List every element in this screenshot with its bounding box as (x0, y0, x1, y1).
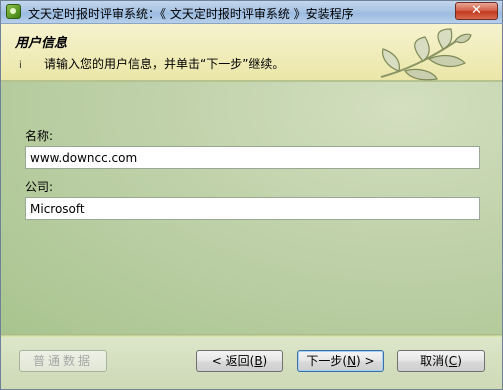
back-accelerator: B (254, 354, 263, 368)
leaf-branch-icon (380, 28, 472, 81)
cancel-button[interactable]: 取消(C) (397, 350, 485, 372)
info-icon: i (19, 60, 22, 71)
back-label-suffix: ) (262, 354, 268, 368)
page-subtitle: 请输入您的用户信息，并单击“下一步”继续。 (44, 57, 285, 71)
next-button[interactable]: 下一步(N) > (297, 350, 384, 372)
close-button[interactable]: ✕ (455, 2, 498, 20)
installer-app-icon (6, 4, 21, 19)
title-bar[interactable]: 文天定时报时评审系统：《 文天定时报时评审系统 》安装程序 ✕ (1, 1, 502, 24)
back-label: < 返回( (211, 354, 255, 368)
user-info-form: 名称: 公司: (1, 82, 502, 334)
close-icon: ✕ (471, 3, 482, 18)
name-field[interactable] (25, 146, 480, 169)
installer-window: 文天定时报时评审系统：《 文天定时报时评审系统 》安装程序 ✕ 用户信息 i 请… (0, 0, 503, 390)
page-title: 用户信息 (15, 36, 68, 51)
company-field[interactable] (25, 197, 480, 220)
button-bar: 普通数据 < 返回(B) 下一步(N) > 取消(C) (1, 337, 502, 389)
ordinary-data-label: 普通数据 (32, 354, 93, 368)
ordinary-data-button[interactable]: 普通数据 (19, 350, 107, 372)
back-button[interactable]: < 返回(B) (196, 350, 283, 372)
company-label: 公司: (25, 180, 54, 194)
name-label: 名称: (25, 129, 54, 143)
cancel-label: 取消( (420, 354, 449, 368)
next-label-suffix: ) > (356, 354, 375, 368)
window-title: 文天定时报时评审系统：《 文天定时报时评审系统 》安装程序 (28, 7, 354, 21)
next-label: 下一步( (306, 354, 348, 368)
cancel-accelerator: C (448, 354, 458, 368)
next-accelerator: N (347, 354, 357, 368)
page-header: 用户信息 i 请输入您的用户信息，并单击“下一步”继续。 (1, 24, 502, 82)
cancel-label-suffix: ) (457, 354, 462, 368)
